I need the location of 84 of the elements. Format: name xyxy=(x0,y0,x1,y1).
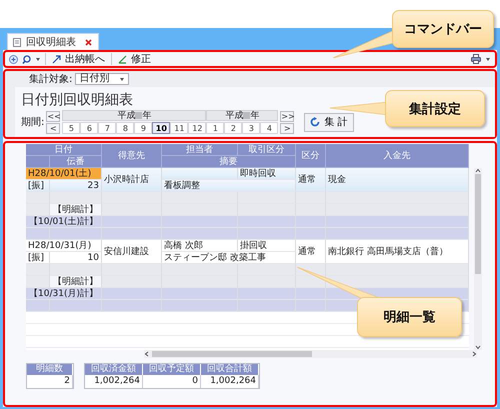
table-cell: 現金 xyxy=(326,168,469,192)
report-title: 日付別回収明細表 xyxy=(21,91,133,109)
dropdown-value: 日付別 xyxy=(79,74,110,84)
caret-icon[interactable] xyxy=(485,56,491,62)
document-tab[interactable]: 回収明細表 xyxy=(7,33,99,50)
year-suffix: 年 xyxy=(250,110,260,122)
link-button[interactable]: 出納帳へ xyxy=(50,52,107,66)
next-button[interactable]: >> xyxy=(280,110,294,122)
redaction-block xyxy=(243,112,250,119)
vertical-scrollbar[interactable] xyxy=(474,168,482,350)
era-label: 平成 xyxy=(117,110,136,122)
callout-bubble: 明細一覧 xyxy=(357,297,462,337)
month-button[interactable]: 5 xyxy=(62,122,80,134)
table-cell: 高橋 次郎 xyxy=(162,240,238,252)
tab-title[interactable]: 回収明細表 xyxy=(26,35,76,49)
table-cell: 小沢時計店 xyxy=(102,168,162,192)
summary-header: 回収合計額 xyxy=(201,364,259,375)
next-button[interactable]: > xyxy=(280,122,294,134)
redaction-block xyxy=(135,112,142,119)
callout-pointer xyxy=(330,102,388,115)
month-button[interactable]: 9 xyxy=(134,122,152,134)
month-button[interactable]: 7 xyxy=(98,122,116,134)
table-cell: 通常 xyxy=(296,240,326,264)
aggregation-dropdown[interactable]: 日付別 xyxy=(75,73,130,85)
callout-bubble: コマンドバー xyxy=(392,10,494,48)
scroll-right-icon xyxy=(472,351,477,357)
month-button[interactable]: 4 xyxy=(260,122,278,134)
printer-icon[interactable] xyxy=(471,54,481,64)
table-cell: 掛回収 xyxy=(238,240,296,252)
table-cell: 南北銀行 高田馬場支店（普） xyxy=(326,240,469,264)
caret-icon[interactable] xyxy=(35,56,41,62)
summary-value: 0 xyxy=(143,375,201,388)
previous-button[interactable]: << xyxy=(46,110,60,122)
column-header: 日付 xyxy=(26,144,102,156)
month-button[interactable]: 2 xyxy=(224,122,242,134)
table-cell: 10 xyxy=(50,252,102,264)
summary-header: 回収予定額 xyxy=(143,364,201,375)
table-cell: [振] xyxy=(26,252,50,264)
column-header: 取引区分 xyxy=(238,144,296,156)
subtotal-label: 【明細計】 xyxy=(50,204,102,216)
field-label: 期間: xyxy=(21,116,44,129)
summary-value: 1,002,264 xyxy=(85,375,143,388)
table-cell: [振] xyxy=(26,180,50,192)
horizontal-scrollbar[interactable] xyxy=(144,350,477,358)
edit-button[interactable]: 修正 xyxy=(116,52,153,66)
table-cell: 23 xyxy=(50,180,102,192)
subtotal-label: 【明細計】 xyxy=(50,276,102,288)
scroll-left-icon xyxy=(144,351,149,357)
close-icon[interactable] xyxy=(85,38,92,46)
aggregate-button[interactable]: 集 計 xyxy=(304,112,354,132)
add-icon[interactable] xyxy=(9,54,18,64)
document-icon xyxy=(13,38,21,46)
month-button[interactable]: 6 xyxy=(80,122,98,134)
table-cell: 看板調整 xyxy=(162,180,296,192)
previous-button[interactable]: < xyxy=(46,122,60,134)
search-icon[interactable] xyxy=(22,54,31,64)
date-cell: H28/10/31(月) xyxy=(26,240,102,252)
summary-value: 2 xyxy=(27,375,73,388)
summary-value: 1,002,264 xyxy=(201,375,259,388)
summary-header: 明細数 xyxy=(27,364,73,375)
field-label: 集計対象: xyxy=(29,72,72,86)
month-button[interactable]: 1 xyxy=(206,122,224,134)
month-button[interactable]: 10 xyxy=(152,122,170,134)
refresh-icon xyxy=(310,117,320,127)
column-header: 担当者 xyxy=(162,144,238,156)
callout-bubble: 集計設定 xyxy=(385,90,485,127)
table-cell: スティーブン邸 改築工事 xyxy=(162,252,296,264)
table-cell: 即時回収 xyxy=(238,168,296,180)
summary-header: 回収済金額 xyxy=(85,364,143,375)
arrow-icon xyxy=(52,54,61,64)
day-total-label: 【10/01(土)計】 xyxy=(26,216,102,228)
month-button[interactable]: 8 xyxy=(116,122,134,134)
table-cell: 安信川建設 xyxy=(102,240,162,264)
table-cell: 通常 xyxy=(296,168,326,192)
scroll-up-icon xyxy=(475,168,481,173)
month-button[interactable]: 11 xyxy=(170,122,188,134)
scroll-down-icon xyxy=(475,345,481,350)
era-label: 平成 xyxy=(225,110,244,122)
date-cell: H28/10/01(土) xyxy=(26,168,102,180)
caret-icon xyxy=(119,76,126,82)
day-total-label: 【10/31(月)計】 xyxy=(26,288,102,300)
month-button[interactable]: 12 xyxy=(188,122,206,134)
month-button[interactable]: 3 xyxy=(242,122,260,134)
year-suffix: 年 xyxy=(142,110,152,122)
